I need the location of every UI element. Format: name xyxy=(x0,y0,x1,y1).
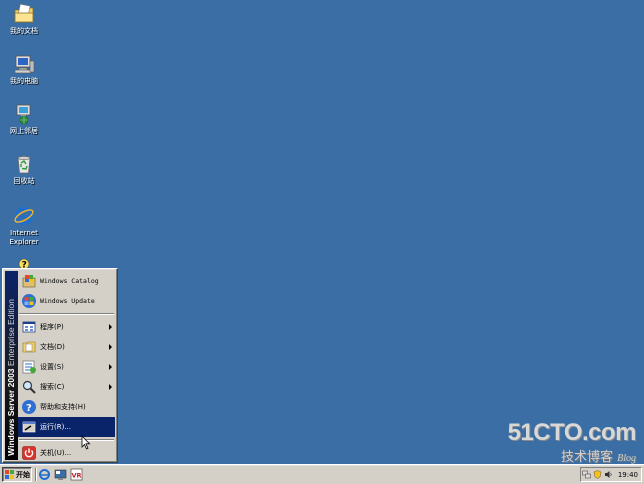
search-icon xyxy=(22,380,36,394)
banner-brand: Windows Server xyxy=(6,389,16,456)
desktop-icon-recycle-bin[interactable]: 回收站 xyxy=(4,153,44,186)
desktop-icon-my-documents[interactable]: 我的文档 xyxy=(4,3,44,36)
menu-item-label: 搜索(C) xyxy=(40,383,65,391)
menu-item-search[interactable]: 搜索(C) xyxy=(18,377,115,397)
my-documents-icon xyxy=(14,3,34,23)
start-menu-list: Windows Catalog Windows Update 程序(P) 文档(… xyxy=(18,271,115,463)
desktop-icon-network-places[interactable]: 网上邻居 xyxy=(4,103,44,136)
svg-text:?: ? xyxy=(26,403,32,414)
shutdown-icon xyxy=(22,446,36,460)
taskbar: 开始 VR 19:40 xyxy=(0,464,644,484)
menu-item-shutdown[interactable]: 关机(U)... xyxy=(18,443,115,463)
system-tray: 19:40 xyxy=(580,467,642,482)
windows-catalog-icon xyxy=(22,275,36,288)
help-icon: ? xyxy=(22,400,36,414)
svg-text:VR: VR xyxy=(72,472,82,480)
desktop-icon-my-computer[interactable]: 我的电脑 xyxy=(4,53,44,86)
watermark: 51CTO.com 技术博客 Blog xyxy=(506,419,637,467)
submenu-arrow-icon xyxy=(109,324,112,330)
start-button[interactable]: 开始 xyxy=(2,467,32,482)
documents-icon xyxy=(22,341,36,353)
settings-icon xyxy=(22,360,36,374)
programs-icon xyxy=(22,321,36,333)
menu-item-label: 帮助和支持(H) xyxy=(40,403,86,411)
desktop-icon-internet-explorer[interactable]: Internet Explorer xyxy=(4,205,44,247)
windows-logo-icon xyxy=(5,470,14,479)
submenu-arrow-icon xyxy=(109,364,112,370)
menu-item-windows-catalog[interactable]: Windows Catalog xyxy=(18,271,115,291)
menu-item-label: 程序(P) xyxy=(40,323,64,331)
menu-item-help[interactable]: ? 帮助和支持(H) xyxy=(18,397,115,417)
network-places-icon xyxy=(16,104,31,125)
windows-update-icon xyxy=(22,294,36,308)
menu-item-documents[interactable]: 文档(D) xyxy=(18,337,115,357)
submenu-arrow-icon xyxy=(109,384,112,390)
menu-item-label: 关机(U)... xyxy=(40,449,72,457)
menu-item-programs[interactable]: 程序(P) xyxy=(18,317,115,337)
menu-item-settings[interactable]: 设置(S) xyxy=(18,357,115,377)
watermark-blog: Blog xyxy=(617,453,636,464)
menu-item-label: Windows Catalog xyxy=(40,277,99,285)
internet-explorer-icon[interactable] xyxy=(38,468,51,481)
vr-icon[interactable]: VR xyxy=(70,468,83,481)
my-computer-icon xyxy=(14,55,35,74)
menu-item-run[interactable]: 运行(R)... xyxy=(18,417,115,437)
submenu-arrow-icon xyxy=(109,344,112,350)
clock[interactable]: 19:40 xyxy=(618,471,638,479)
recycle-bin-icon xyxy=(17,156,31,174)
menu-separator xyxy=(19,313,114,315)
menu-item-label: 设置(S) xyxy=(40,363,64,371)
desktop-icon-label: 我的电脑 xyxy=(10,77,38,85)
menu-item-windows-update[interactable]: Windows Update xyxy=(18,291,115,311)
mouse-cursor-icon xyxy=(81,435,91,450)
quick-launch-grip[interactable] xyxy=(35,468,37,481)
desktop-icon-label: 我的文档 xyxy=(10,27,38,35)
start-menu-banner: Windows Server 2003 Enterprise Edition xyxy=(5,271,18,460)
network-icon[interactable] xyxy=(582,470,591,479)
volume-icon[interactable] xyxy=(604,470,613,479)
security-icon[interactable] xyxy=(593,470,602,479)
menu-item-label: 运行(R)... xyxy=(40,423,72,431)
start-button-label: 开始 xyxy=(16,470,30,479)
banner-version: 2003 xyxy=(6,368,16,388)
run-icon xyxy=(22,421,36,433)
menu-item-label: 文档(D) xyxy=(40,343,65,351)
menu-item-label: Windows Update xyxy=(40,297,95,305)
internet-explorer-icon xyxy=(14,207,34,225)
start-menu: Windows Server 2003 Enterprise Edition W… xyxy=(2,268,118,463)
desktop-icon-label: 回收站 xyxy=(13,177,35,185)
watermark-subtitle-text: 技术博客 xyxy=(560,450,613,465)
banner-edition: Enterprise Edition xyxy=(6,299,16,367)
watermark-logo: 51CTO.com xyxy=(507,419,637,446)
show-desktop-icon[interactable] xyxy=(54,468,67,481)
desktop-icon-label: Internet Explorer xyxy=(9,229,39,246)
menu-separator xyxy=(19,439,114,441)
quick-launch: VR xyxy=(38,468,83,481)
desktop-icon-label: 网上邻居 xyxy=(10,127,38,135)
